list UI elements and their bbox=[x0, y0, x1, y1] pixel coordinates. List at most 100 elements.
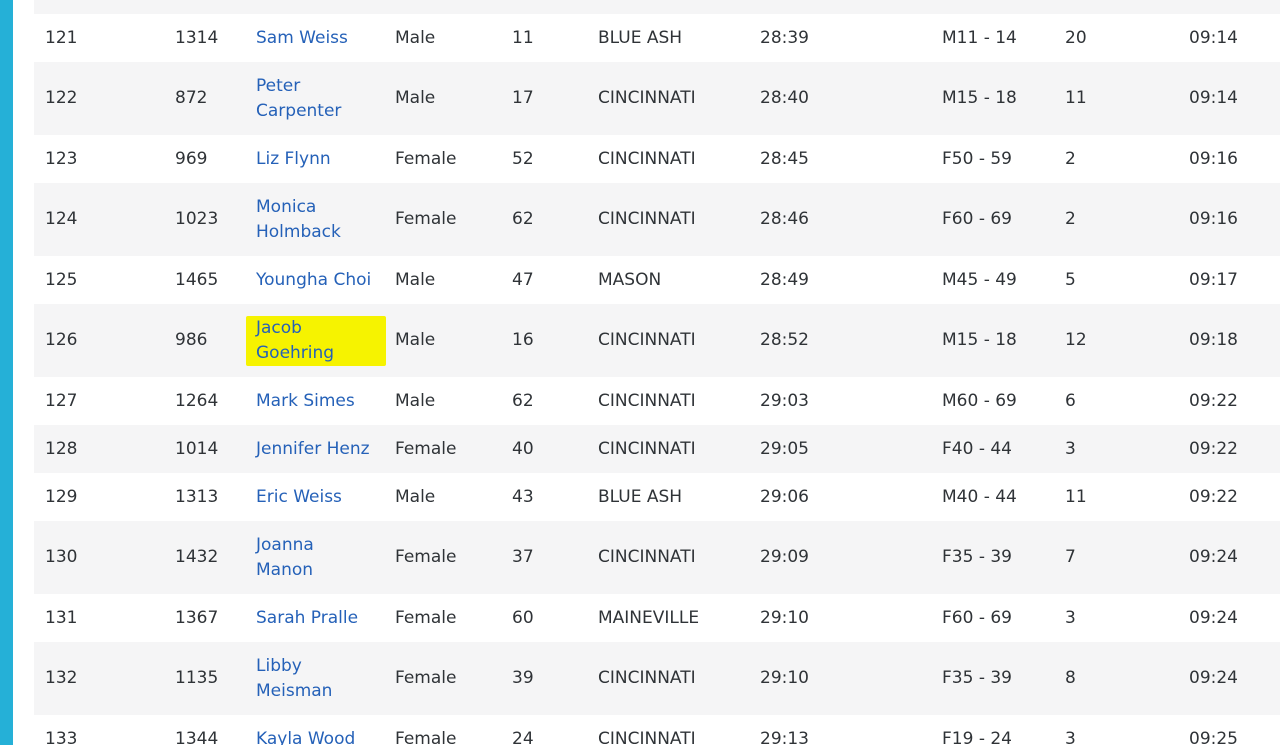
time-cell: 28:52 bbox=[760, 330, 809, 350]
time-cell: 29:06 bbox=[760, 486, 809, 507]
runner-name-link[interactable]: Sam Weiss bbox=[256, 26, 348, 51]
place-cell: 122 bbox=[45, 88, 78, 108]
pace-cell: 09:22 bbox=[1189, 390, 1238, 411]
runner-name-link[interactable]: Youngha Choi bbox=[256, 268, 371, 293]
place-cell: 133 bbox=[45, 728, 78, 745]
gender-cell: Female bbox=[395, 607, 457, 628]
runner-name-link[interactable]: Liz Flynn bbox=[256, 147, 331, 172]
division-cell: M15 - 18 bbox=[942, 88, 1017, 108]
bib-cell: 986 bbox=[175, 330, 208, 350]
place-cell: 125 bbox=[45, 269, 78, 290]
gender-cell: Male bbox=[395, 88, 436, 108]
table-row: 129 1313 Eric Weiss Male 43 BLUE ASH 29:… bbox=[34, 473, 1280, 521]
gender-cell: Female bbox=[395, 438, 457, 459]
time-cell: 29:03 bbox=[760, 390, 809, 411]
bib-cell: 872 bbox=[175, 88, 208, 108]
division-cell: F50 - 59 bbox=[942, 148, 1012, 169]
division-place-cell: 12 bbox=[1065, 330, 1087, 350]
age-cell: 24 bbox=[512, 728, 534, 745]
age-cell: 62 bbox=[512, 209, 534, 229]
age-cell: 47 bbox=[512, 269, 534, 290]
city-cell: CINCINNATI bbox=[598, 148, 696, 169]
gender-cell: Female bbox=[395, 668, 457, 688]
time-cell: 28:46 bbox=[760, 209, 809, 229]
age-cell: 16 bbox=[512, 330, 534, 350]
bib-cell: 1432 bbox=[175, 547, 219, 567]
runner-name-link[interactable]: Sarah Pralle bbox=[256, 606, 358, 631]
table-row: 131 1367 Sarah Pralle Female 60 MAINEVIL… bbox=[34, 594, 1280, 642]
table-row: 125 1465 Youngha Choi Male 47 MASON 28:4… bbox=[34, 256, 1280, 304]
division-place-cell: 11 bbox=[1065, 88, 1087, 108]
place-cell: 127 bbox=[45, 390, 78, 411]
pace-cell: 09:17 bbox=[1189, 269, 1238, 290]
division-cell: F40 - 44 bbox=[942, 438, 1012, 459]
table-row: 124 1023 Monica Holmback Female 62 CINCI… bbox=[34, 183, 1280, 256]
pace-cell: 09:14 bbox=[1189, 27, 1238, 48]
division-cell: M60 - 69 bbox=[942, 390, 1017, 411]
pace-cell: 09:18 bbox=[1189, 330, 1238, 350]
division-cell: M11 - 14 bbox=[942, 27, 1017, 48]
division-place-cell: 3 bbox=[1065, 438, 1076, 459]
time-cell: 28:45 bbox=[760, 148, 809, 169]
runner-name-link[interactable]: Jennifer Henz bbox=[256, 437, 370, 462]
division-place-cell: 2 bbox=[1065, 148, 1076, 169]
gender-cell: Female bbox=[395, 728, 457, 745]
bib-cell: 1014 bbox=[175, 438, 219, 459]
runner-name-link[interactable]: Peter Carpenter bbox=[256, 74, 386, 124]
runner-name-link[interactable]: Monica Holmback bbox=[256, 195, 386, 245]
table-row: 133 1344 Kayla Wood Female 24 CINCINNATI… bbox=[34, 715, 1280, 745]
city-cell: MASON bbox=[598, 269, 662, 290]
bib-cell: 969 bbox=[175, 148, 208, 169]
place-cell: 132 bbox=[45, 668, 78, 688]
gender-cell: Female bbox=[395, 547, 457, 567]
division-place-cell: 6 bbox=[1065, 390, 1076, 411]
runner-name-link[interactable]: Libby Meisman bbox=[256, 654, 356, 704]
gender-cell: Male bbox=[395, 390, 436, 411]
place-cell: 124 bbox=[45, 209, 78, 229]
runner-name-link[interactable]: Eric Weiss bbox=[256, 485, 342, 510]
age-cell: 37 bbox=[512, 547, 534, 567]
age-cell: 43 bbox=[512, 486, 534, 507]
division-place-cell: 3 bbox=[1065, 728, 1076, 745]
place-cell: 126 bbox=[45, 330, 78, 350]
division-cell: F35 - 39 bbox=[942, 668, 1012, 688]
division-cell: F35 - 39 bbox=[942, 547, 1012, 567]
city-cell: CINCINNATI bbox=[598, 668, 696, 688]
division-cell: F60 - 69 bbox=[942, 209, 1012, 229]
time-cell: 28:49 bbox=[760, 269, 809, 290]
age-cell: 60 bbox=[512, 607, 534, 628]
division-place-cell: 20 bbox=[1065, 27, 1087, 48]
gender-cell: Male bbox=[395, 269, 436, 290]
bib-cell: 1023 bbox=[175, 209, 219, 229]
pace-cell: 09:14 bbox=[1189, 88, 1238, 108]
city-cell: CINCINNATI bbox=[598, 728, 696, 745]
bib-cell: 1367 bbox=[175, 607, 219, 628]
accent-sidebar-bar bbox=[0, 0, 13, 745]
gender-cell: Male bbox=[395, 330, 436, 350]
table-row: 122 872 Peter Carpenter Male 17 CINCINNA… bbox=[34, 62, 1280, 135]
bib-cell: 1465 bbox=[175, 269, 219, 290]
pace-cell: 09:22 bbox=[1189, 438, 1238, 459]
time-cell: 29:10 bbox=[760, 668, 809, 688]
pace-cell: 09:16 bbox=[1189, 148, 1238, 169]
gender-cell: Male bbox=[395, 27, 436, 48]
results-table: 121 1314 Sam Weiss Male 11 BLUE ASH 28:3… bbox=[34, 0, 1280, 745]
runner-name-link[interactable]: Joanna Manon bbox=[256, 533, 356, 583]
place-cell: 121 bbox=[45, 27, 78, 48]
runner-name-link-highlighted[interactable]: Jacob Goehring bbox=[246, 315, 386, 366]
table-row: 121 1314 Sam Weiss Male 11 BLUE ASH 28:3… bbox=[34, 14, 1280, 62]
pace-cell: 09:24 bbox=[1189, 547, 1238, 567]
pace-cell: 09:22 bbox=[1189, 486, 1238, 507]
age-cell: 17 bbox=[512, 88, 534, 108]
table-row: 127 1264 Mark Simes Male 62 CINCINNATI 2… bbox=[34, 377, 1280, 425]
runner-name-link[interactable]: Mark Simes bbox=[256, 389, 355, 414]
previous-row-edge bbox=[34, 0, 1280, 14]
division-place-cell: 3 bbox=[1065, 607, 1076, 628]
age-cell: 11 bbox=[512, 27, 534, 48]
pace-cell: 09:24 bbox=[1189, 607, 1238, 628]
runner-name-link[interactable]: Kayla Wood bbox=[256, 727, 355, 745]
bib-cell: 1135 bbox=[175, 668, 219, 688]
city-cell: CINCINNATI bbox=[598, 390, 696, 411]
bib-cell: 1314 bbox=[175, 27, 219, 48]
time-cell: 28:39 bbox=[760, 27, 809, 48]
